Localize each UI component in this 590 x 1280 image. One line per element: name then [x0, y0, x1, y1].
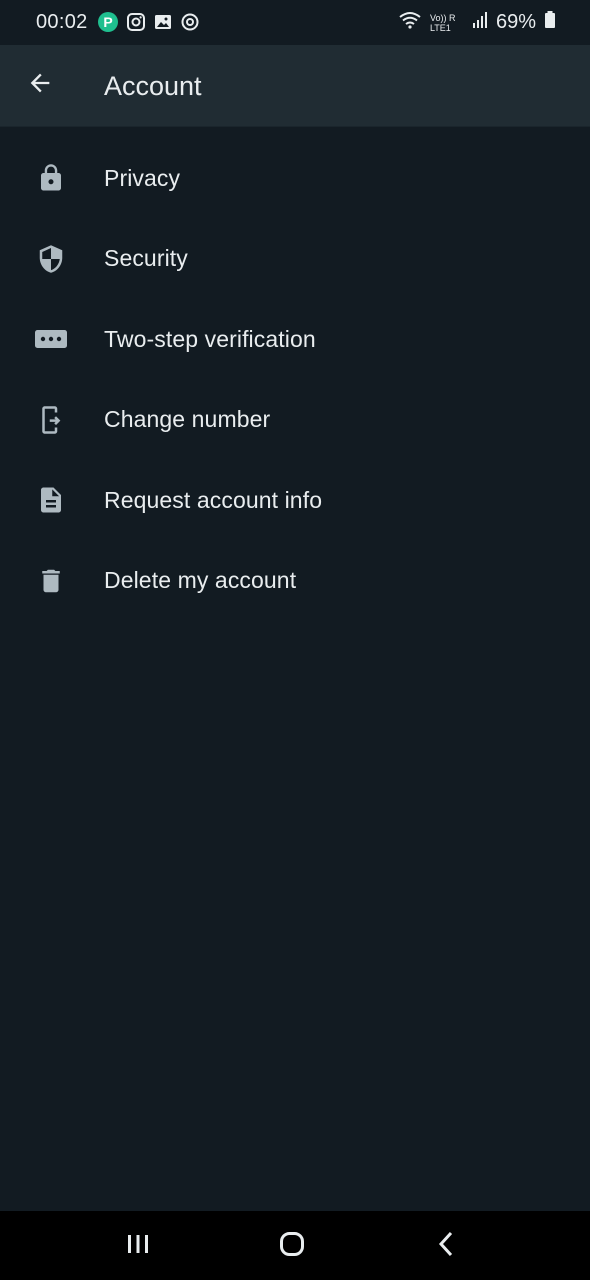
battery-text: 69%: [495, 11, 536, 33]
svg-text:P: P: [103, 14, 112, 30]
shield-icon: [34, 242, 68, 276]
menu-label-two-step-verification: Two-step verification: [104, 325, 316, 352]
gallery-icon: [153, 12, 173, 37]
menu-label-delete-my-account: Delete my account: [104, 567, 297, 594]
data-saver-icon: [180, 12, 200, 37]
trash-icon: [34, 564, 68, 598]
wifi-icon: [398, 10, 422, 35]
menu-label-request-account-info: Request account info: [104, 486, 323, 513]
network-label: Vo)) R LTE1: [429, 12, 456, 33]
back-button[interactable]: [20, 65, 60, 105]
menu-item-security[interactable]: Security: [0, 219, 590, 300]
status-bar: 00:02 P Vo)) R LTE1 69%: [0, 0, 590, 45]
account-menu: Privacy Security Two-step verification C…: [0, 138, 590, 621]
signal-icon: [472, 11, 488, 34]
notification-icons: P: [97, 11, 200, 38]
menu-item-privacy[interactable]: Privacy: [0, 138, 590, 219]
recents-button[interactable]: [118, 1228, 158, 1264]
menu-label-security: Security: [104, 245, 188, 272]
status-time: 00:02: [36, 11, 88, 33]
system-icons: Vo)) R LTE1 69%: [398, 10, 556, 35]
recents-icon: [125, 1232, 151, 1261]
change-number-icon: [34, 403, 68, 437]
lock-icon: [34, 161, 68, 195]
menu-item-two-step-verification[interactable]: Two-step verification: [0, 299, 590, 380]
document-icon: [34, 483, 68, 517]
paytm-icon: P: [97, 11, 119, 38]
nav-back-button[interactable]: [426, 1228, 466, 1264]
home-button[interactable]: [272, 1228, 312, 1264]
instagram-icon: [126, 12, 146, 37]
arrow-left-icon: [26, 69, 54, 102]
home-icon: [278, 1230, 306, 1263]
menu-item-request-account-info[interactable]: Request account info: [0, 460, 590, 541]
battery-icon: [544, 10, 556, 35]
menu-label-change-number: Change number: [104, 406, 271, 433]
menu-item-delete-my-account[interactable]: Delete my account: [0, 541, 590, 622]
menu-label-privacy: Privacy: [104, 164, 181, 191]
back-icon: [434, 1230, 458, 1263]
app-bar: Account: [0, 45, 590, 127]
page-title: Account: [104, 71, 202, 101]
menu-item-change-number[interactable]: Change number: [0, 380, 590, 461]
dots-icon: [34, 322, 68, 356]
navigation-bar: [0, 1211, 590, 1280]
